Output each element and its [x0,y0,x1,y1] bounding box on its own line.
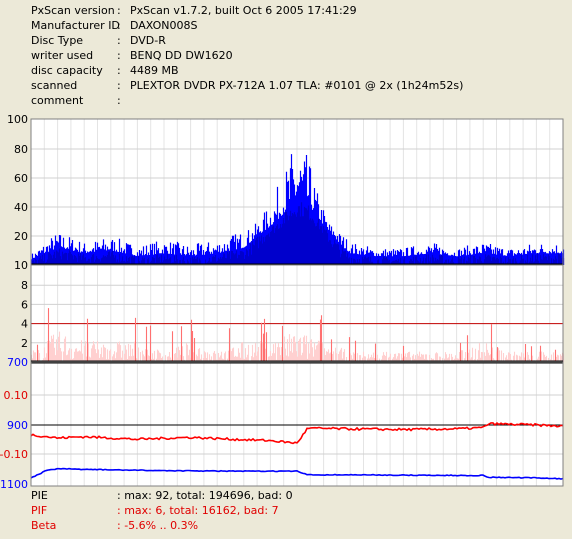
scan-chart: 100 80 60 40 20 10 8 6 4 2 700 0.10 900 -0.10 1100 [0,113,565,488]
info-separator: : [117,49,121,62]
info-value: 4489 MB [130,64,179,77]
stat-value: : max: 92, total: 194696, bad: 0 [117,489,293,502]
stat-value: : max: 6, total: 16162, bad: 7 [117,504,279,517]
info-separator: : [117,19,121,32]
info-separator: : [117,4,121,17]
info-value: DVD-R [130,34,166,47]
stat-label: PIE [31,489,48,502]
beta-y-tick-label: 0.10 [4,389,29,402]
pie-y-tick-label: 80 [14,143,28,156]
pif-y-tick-label: 2 [21,337,28,350]
pie-y-tick-label: 40 [14,201,28,214]
info-separator: : [117,94,121,107]
info-separator: : [117,34,121,47]
info-value: DAXON008S [130,19,198,32]
info-label: writer used [31,49,94,62]
pie-y-tick-label: 60 [14,172,28,185]
pif-y-tick-label: 4 [21,318,28,331]
pif-y-tick-label: 8 [21,279,28,292]
info-label: Manufacturer ID [31,19,120,32]
beta-y-tick-label: 700 [7,356,28,369]
pie-chart-panel: 100 80 60 40 20 10 [7,113,565,272]
stat-label: PIF [31,504,48,517]
info-label: scanned [31,79,78,92]
info-separator: : [117,64,121,77]
beta-jitter-chart-panel: 700 0.10 900 -0.10 1100 [0,356,564,488]
info-value: PxScan v1.7.2, built Oct 6 2005 17:41:29 [130,4,357,17]
beta-y-tick-label: 900 [7,419,28,432]
pie-y-tick-label: 100 [7,113,28,126]
scan-statistics-panel: PIE : max: 92, total: 194696, bad: 0 PIF : … [0,488,572,539]
info-label: PxScan version [31,4,115,17]
info-value: BENQ DD DW1620 [130,49,233,62]
info-label: comment [31,94,84,107]
pif-chart-panel: 8 6 4 2 [21,264,565,364]
info-label: disc capacity [31,64,103,77]
info-separator: : [117,79,121,92]
pie-y-tick-label: 10 [14,259,28,272]
pif-y-tick-label: 6 [21,298,28,311]
disc-info-panel: PxScan version: PxScan v1.7.2, built Oct … [0,0,572,118]
info-value: PLEXTOR DVDR PX-712A 1.07 TLA: #0101 @ 2… [130,79,464,92]
beta-y-tick-label: 1100 [0,478,28,488]
stat-label: Beta [31,519,57,532]
stat-value: : -5.6% .. 0.3% [117,519,199,532]
pie-y-tick-label: 20 [14,230,28,243]
beta-y-tick-label: -0.10 [0,448,28,461]
info-label: Disc Type [31,34,84,47]
